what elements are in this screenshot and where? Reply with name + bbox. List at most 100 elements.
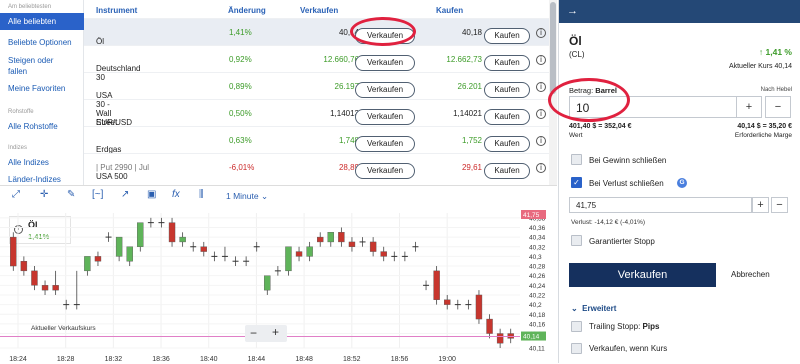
- info-icon[interactable]: i: [536, 109, 546, 119]
- leverage-label: Nach Hebel: [760, 87, 792, 93]
- info-icon[interactable]: i: [536, 82, 546, 92]
- y-tick-label: 40,32: [529, 244, 546, 251]
- panel-change-value: 1,41 %: [765, 47, 792, 57]
- x-tick-label: 18:44: [248, 356, 266, 363]
- trailing-stop-checkbox[interactable]: [571, 321, 582, 332]
- row-change: 0,89%: [229, 82, 252, 91]
- sell-button[interactable]: Verkaufen: [355, 136, 415, 152]
- guaranteed-stop-checkbox[interactable]: [571, 235, 582, 246]
- trailing-stop-text: Trailing Stopp:: [589, 322, 641, 331]
- candle-body: [200, 246, 207, 252]
- row-buy-price: 12.662,73: [446, 55, 482, 64]
- buy-button[interactable]: Kaufen: [484, 82, 530, 98]
- y-tick-label: 40,2: [529, 302, 542, 309]
- table-row[interactable]: USA 30 - Wall Street 0,89% 26.197 Verkaufen…: [84, 72, 549, 127]
- zoom-out-button[interactable]: −: [250, 326, 257, 340]
- stop-plus-button[interactable]: +: [752, 197, 769, 213]
- candle-body: [84, 256, 91, 272]
- buy-button[interactable]: Kaufen: [484, 28, 530, 44]
- trade-panel: → Öl (CL) ↑ 1,41 % Aktueller Kurs 40,14 …: [558, 0, 800, 363]
- y-tick-label: 40,26: [529, 273, 546, 280]
- sidebar-section-popular: Am beliebtesten: [8, 4, 52, 10]
- sell-button[interactable]: Verkaufen: [355, 163, 415, 179]
- sell-submit-button[interactable]: Verkaufen: [569, 263, 716, 287]
- sell-button[interactable]: Verkaufen: [355, 55, 415, 71]
- info-icon[interactable]: i: [536, 163, 546, 173]
- sidebar-item-rising-falling[interactable]: Steigen oder fallen: [0, 55, 80, 77]
- sidebar: Am beliebtesten Alle beliebten Beliebte …: [0, 0, 84, 185]
- x-tick-label: 18:24: [9, 356, 27, 363]
- take-profit-label: Bei Gewinn schließen: [589, 156, 667, 165]
- sidebar-section-commodities: Rohstoffe: [8, 109, 34, 115]
- sell-button[interactable]: Verkaufen: [355, 109, 415, 125]
- amount-minus-button[interactable]: −: [765, 96, 791, 118]
- candle-body: [10, 236, 17, 267]
- info-icon[interactable]: i: [536, 136, 546, 146]
- x-tick-label: 18:36: [152, 356, 170, 363]
- arrow-right-icon[interactable]: →: [567, 5, 578, 17]
- candle-body: [317, 236, 324, 243]
- row-buy-price: 26.201: [457, 82, 482, 91]
- y-tick-label: 40,22: [529, 292, 546, 299]
- candle-body: [94, 256, 102, 262]
- candle-body: [348, 241, 356, 247]
- y-tick-label: 40,28: [529, 264, 546, 271]
- candle-body: [496, 333, 504, 344]
- sidebar-item-all-commodities[interactable]: Alle Rohstoffe: [0, 121, 66, 132]
- sidebar-item-favorites[interactable]: Meine Favoriten: [0, 83, 73, 94]
- row-buy-price: 40,18: [461, 28, 482, 37]
- sidebar-item-popular-options[interactable]: Beliebte Optionen: [0, 37, 80, 48]
- table-row[interactable]: Erdgas 0,63% 1,748 Verkaufen 1,752 Kaufen i: [84, 126, 549, 154]
- stop-loss-checkbox[interactable]: ✓: [571, 177, 582, 188]
- buy-button[interactable]: Kaufen: [484, 55, 530, 71]
- info-icon[interactable]: i: [536, 55, 546, 65]
- sidebar-item-country-indices[interactable]: Länder-Indizes: [0, 174, 69, 185]
- y-tick-label: 40,18: [529, 312, 546, 319]
- candle-body: [507, 333, 514, 339]
- sell-button[interactable]: Verkaufen: [355, 82, 415, 98]
- table-row[interactable]: Öl 1,41% 40,14 Verkaufen 40,18 Kaufen i: [84, 18, 549, 46]
- take-profit-checkbox[interactable]: [571, 154, 582, 165]
- sell-when-checkbox[interactable]: [571, 343, 582, 354]
- current-price-label: Aktueller Kurs: [728, 63, 773, 70]
- col-buy: Kaufen: [436, 6, 464, 15]
- candle-body: [41, 285, 49, 291]
- candle-body: [168, 222, 176, 243]
- current-price-value: 40,14: [774, 63, 792, 70]
- scroll-thumb[interactable]: [550, 2, 556, 94]
- margin-text: 40,14 $ = 35,20 €: [737, 123, 792, 130]
- candle-body: [338, 232, 345, 243]
- table-row[interactable]: EUR/USD 0,50% 1,14013 Verkaufen 1,14021 Kaufe…: [84, 99, 549, 127]
- amount-plus-button[interactable]: +: [736, 96, 762, 118]
- info-icon[interactable]: i: [536, 28, 546, 38]
- price-flag-top-label: 41,75: [523, 212, 540, 219]
- y-tick-label: 40,11: [529, 346, 545, 353]
- guarantee-g-icon[interactable]: G: [677, 178, 687, 188]
- advanced-toggle[interactable]: ⌄ Erweitert: [571, 304, 616, 313]
- cancel-button[interactable]: Abbrechen: [731, 270, 770, 279]
- sidebar-section-indices: Indizes: [8, 145, 28, 151]
- panel-instrument-code: (CL): [569, 50, 585, 59]
- zoom-in-button[interactable]: +: [272, 325, 279, 339]
- col-sell: Verkaufen: [300, 6, 339, 15]
- buy-button[interactable]: Kaufen: [484, 163, 530, 179]
- table-row[interactable]: USA 500 | Put 2990 | Jul -6,01% 28,89 Verka…: [84, 153, 549, 181]
- row-instrument-sub: | Put 2990 | Jul: [96, 163, 150, 172]
- trailing-stop-label: Trailing Stopp: Pips: [589, 322, 659, 331]
- panel-change: ↑ 1,41 %: [758, 47, 792, 57]
- buy-button[interactable]: Kaufen: [484, 109, 530, 125]
- stop-loss-input[interactable]: 41,75: [569, 197, 752, 213]
- stop-minus-button[interactable]: −: [771, 197, 788, 213]
- y-tick-label: 40,3: [529, 254, 542, 261]
- candle-body: [285, 246, 292, 272]
- sidebar-item-all-indices[interactable]: Alle Indizes: [0, 157, 57, 168]
- col-change: Änderung: [228, 6, 266, 15]
- zoom-controls: − +: [245, 325, 287, 342]
- buy-button[interactable]: Kaufen: [484, 136, 530, 152]
- sidebar-item-all-popular[interactable]: Alle beliebten: [0, 13, 84, 30]
- x-tick-label: 18:32: [105, 356, 123, 363]
- x-tick-label: 18:56: [391, 356, 409, 363]
- row-instrument: USA 500 | Put 2990 | Jul: [96, 163, 150, 181]
- candle-body: [52, 285, 59, 291]
- table-row[interactable]: Deutschland 30 0,92% 12.660,76 Verkaufen 12.…: [84, 45, 549, 82]
